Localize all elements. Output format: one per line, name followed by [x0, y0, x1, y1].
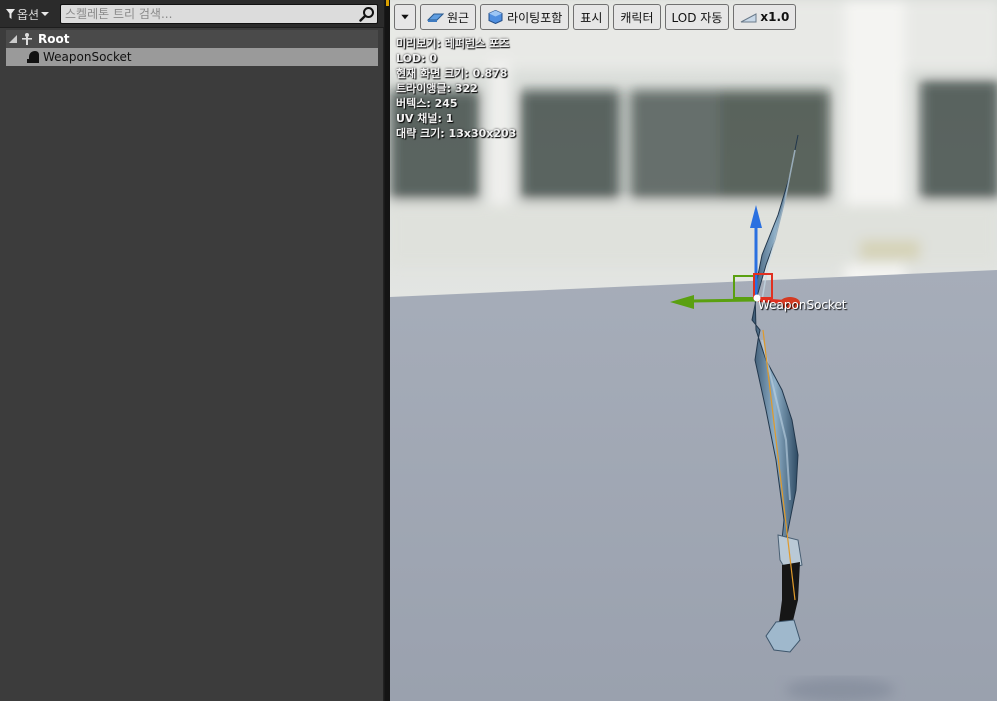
options-button[interactable]: 옵션: [6, 5, 50, 23]
skeleton-search-input[interactable]: [65, 6, 355, 22]
funnel-icon: [6, 9, 15, 19]
viewport-stats: 미리보기: 레퍼런스 포즈 LOD: 0 현재 화면 크기: 0.878 트라이…: [396, 36, 516, 141]
show-button[interactable]: 표시: [573, 4, 610, 30]
bone-icon: [22, 33, 32, 45]
root-label: Root: [38, 32, 70, 46]
stat-uv-channels: UV 채널: 1: [396, 112, 454, 125]
search-icon[interactable]: [359, 6, 375, 22]
viewport[interactable]: 원근 라이팅포함 표시 캐릭터 LOD 자동 x1.0 미리보기: 레퍼런스 포…: [390, 0, 997, 701]
viewport-toolbar: 원근 라이팅포함 표시 캐릭터 LOD 자동 x1.0: [394, 4, 797, 30]
character-button[interactable]: 캐릭터: [613, 4, 661, 30]
skeleton-tree-panel: 옵션 Root WeaponSocket: [0, 0, 384, 701]
viewport-socket-label: WeaponSocket: [758, 298, 847, 312]
stat-screen-size: 현재 화면 크기: 0.878: [396, 67, 508, 80]
stat-approx-size: 대략 크기: 13x30x203: [396, 127, 517, 140]
speed-label: x1.0: [760, 10, 790, 24]
floor-shadow: [785, 678, 895, 701]
options-label: 옵션: [17, 7, 40, 22]
skeleton-tree: Root WeaponSocket: [6, 30, 378, 66]
perspective-label: 원근: [447, 10, 470, 25]
stat-lod: LOD: 0: [396, 52, 437, 65]
viewport-options-button[interactable]: [394, 4, 416, 30]
search-box: [60, 4, 378, 24]
lod-button[interactable]: LOD 자동: [664, 4, 730, 30]
stat-vertices: 버텍스: 245: [396, 97, 458, 110]
perspective-cube-icon: [427, 13, 444, 22]
socket-tree-label: WeaponSocket: [43, 50, 132, 64]
splitter-accent: [386, 0, 389, 6]
playback-speed-button[interactable]: x1.0: [733, 4, 797, 30]
filter-bar: 옵션: [0, 0, 384, 28]
tree-row-root[interactable]: Root: [6, 30, 378, 48]
stat-preview: 미리보기: 레퍼런스 포즈: [396, 37, 510, 50]
show-label: 표시: [580, 10, 603, 25]
expand-arrow-icon[interactable]: [8, 34, 18, 44]
floor-plane: [390, 270, 997, 701]
socket-icon: [27, 51, 39, 63]
character-label: 캐릭터: [620, 10, 654, 25]
stat-triangles: 트라이앵글: 322: [396, 82, 478, 95]
chevron-down-icon: [41, 12, 50, 16]
lod-label: LOD 자동: [671, 10, 723, 25]
perspective-button[interactable]: 원근: [420, 4, 477, 30]
lighting-mode-button[interactable]: 라이팅포함: [480, 4, 570, 30]
lighting-label: 라이팅포함: [507, 10, 563, 25]
lit-cube-icon: [488, 10, 503, 24]
speed-icon: [741, 13, 757, 23]
chevron-down-icon: [401, 14, 409, 20]
tree-row-weapon-socket[interactable]: WeaponSocket: [6, 48, 378, 66]
